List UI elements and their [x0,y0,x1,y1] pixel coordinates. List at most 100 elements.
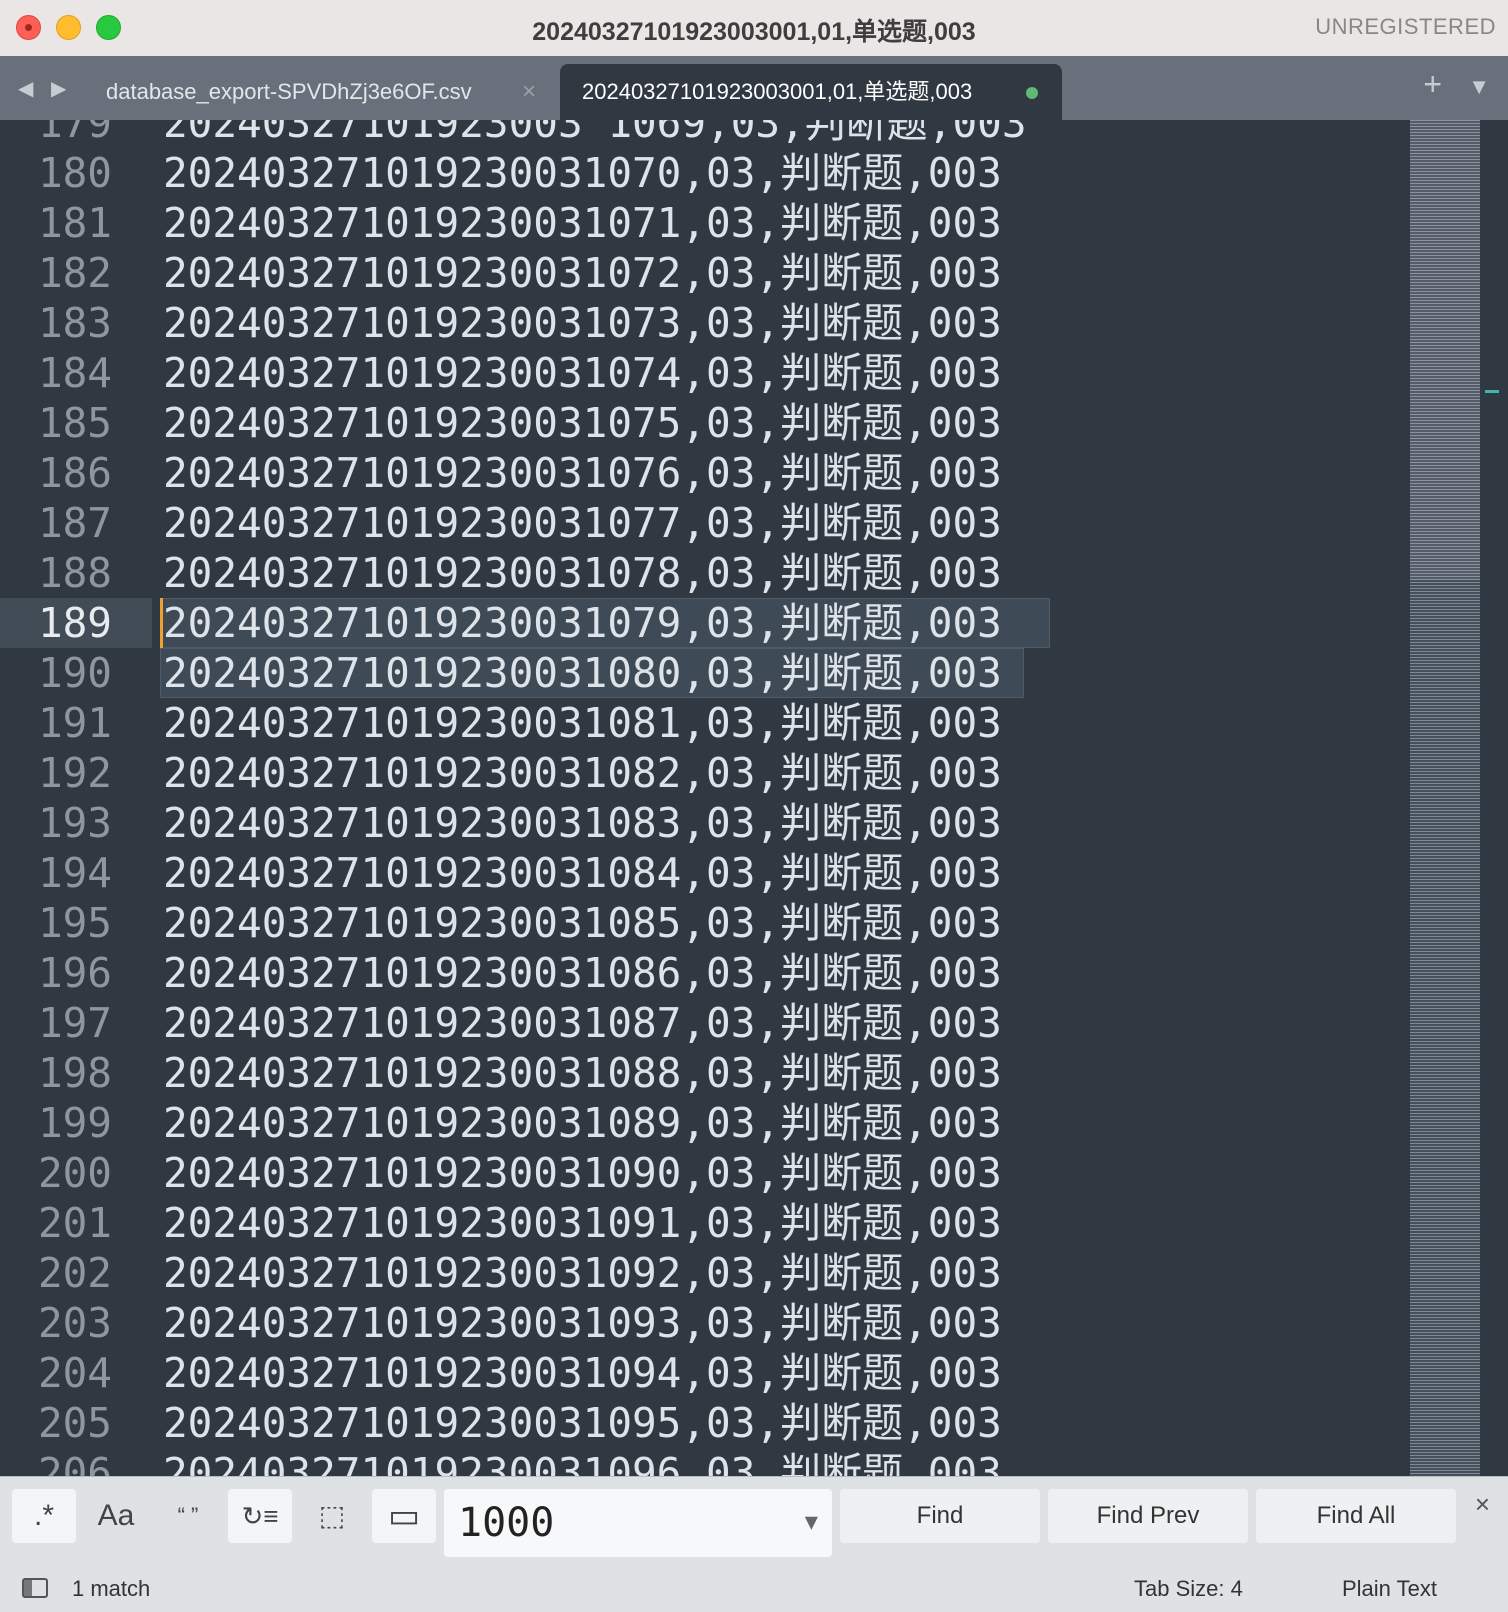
line-text[interactable]: 202403271019230031093,03,判断题,003 [163,1298,1002,1348]
code-line[interactable]: 199 202403271019230031089,03,判断题,003 [0,1098,1400,1148]
line-text[interactable]: 202403271019230031082,03,判断题,003 [163,748,1002,798]
code-line[interactable]: 205 202403271019230031095,03,判断题,003 [0,1398,1400,1448]
line-text[interactable]: 202403271019230031094,03,判断题,003 [163,1348,1002,1398]
whole-word-toggle[interactable]: “ ” [156,1489,220,1543]
line-text[interactable]: 202403271019230031083,03,判断题,003 [163,798,1002,848]
new-tab-plus-icon[interactable]: + [1423,66,1442,103]
code-line[interactable]: 188 202403271019230031078,03,判断题,003 [0,548,1400,598]
code-line[interactable]: 197 202403271019230031087,03,判断题,003 [0,998,1400,1048]
line-number: 205 [37,1399,112,1447]
minimap-match-marker [1485,390,1499,393]
close-tab-icon[interactable]: × [522,64,536,120]
line-number: 179 [37,120,112,147]
sidebar-toggle-icon[interactable] [22,1578,48,1598]
code-line[interactable]: 180 202403271019230031070,03,判断题,003 [0,148,1400,198]
tab-size-selector[interactable]: Tab Size: 4 [1134,1576,1243,1602]
line-number: 186 [37,449,112,497]
code-line[interactable]: 190 202403271019230031080,03,判断题,003 [0,648,1400,698]
window-title: 20240327101923003001,01,单选题,003 [532,18,976,46]
case-sensitive-toggle[interactable]: Aa [84,1489,148,1543]
regex-toggle[interactable]: .* [12,1489,76,1543]
code-line[interactable]: 198 202403271019230031088,03,判断题,003 [0,1048,1400,1098]
unsaved-dot-icon[interactable] [1026,87,1038,99]
code-line[interactable]: 187 202403271019230031077,03,判断题,003 [0,498,1400,548]
code-line[interactable]: 191 202403271019230031081,03,判断题,003 [0,698,1400,748]
code-line[interactable]: 179 20240327101923003 1069,03,判断题,003 [0,120,1400,148]
line-text[interactable]: 202403271019230031078,03,判断题,003 [163,548,1002,598]
line-text[interactable]: 202403271019230031074,03,判断题,003 [163,348,1002,398]
line-number: 193 [37,799,112,847]
in-selection-toggle[interactable]: ⬚ [300,1489,364,1543]
tab-nav-arrows-icon[interactable]: ◀ ▶ [18,76,72,101]
line-text[interactable]: 202403271019230031095,03,判断题,003 [163,1398,1002,1448]
code-line[interactable]: 194 202403271019230031084,03,判断题,003 [0,848,1400,898]
tab-list-dropdown-icon[interactable]: ▼ [1468,74,1490,100]
code-line[interactable]: 202 202403271019230031092,03,判断题,003 [0,1248,1400,1298]
line-number: 188 [37,549,112,597]
line-text[interactable]: 202403271019230031096,03,判断题,003 [163,1448,1002,1476]
code-line[interactable]: 184 202403271019230031074,03,判断题,003 [0,348,1400,398]
code-line[interactable]: 201 202403271019230031091,03,判断题,003 [0,1198,1400,1248]
line-text[interactable]: 202403271019230031073,03,判断题,003 [163,298,1002,348]
status-bar: 1 match Tab Size: 4 Plain Text [0,1566,1508,1612]
line-text[interactable]: 202403271019230031086,03,判断题,003 [163,948,1002,998]
code-line[interactable]: 181 202403271019230031071,03,判断题,003 [0,198,1400,248]
line-text[interactable]: 202403271019230031085,03,判断题,003 [163,898,1002,948]
find-history-dropdown-icon[interactable]: ▼ [805,1489,818,1557]
code-line[interactable]: 204 202403271019230031094,03,判断题,003 [0,1348,1400,1398]
code-line[interactable]: 195 202403271019230031085,03,判断题,003 [0,898,1400,948]
line-text[interactable]: 202403271019230031071,03,判断题,003 [163,198,1002,248]
close-find-panel-icon[interactable]: × [1475,1489,1490,1520]
code-line[interactable]: 193 202403271019230031083,03,判断题,003 [0,798,1400,848]
find-query: 1000 [458,1500,555,1546]
code-line[interactable]: 185 202403271019230031075,03,判断题,003 [0,398,1400,448]
line-text[interactable]: 202403271019230031090,03,判断题,003 [163,1148,1002,1198]
line-text[interactable]: 202403271019230031070,03,判断题,003 [163,148,1002,198]
code-line[interactable]: 182 202403271019230031072,03,判断题,003 [0,248,1400,298]
code-line[interactable]: 200 202403271019230031090,03,判断题,003 [0,1148,1400,1198]
line-number: 192 [37,749,112,797]
find-input[interactable]: 1000 ▼ [444,1489,832,1557]
line-number: 199 [37,1099,112,1147]
wrap-toggle[interactable]: ↻≡ [228,1489,292,1543]
match-count: 1 match [72,1576,151,1601]
text-cursor [160,598,163,648]
code-line[interactable]: 196 202403271019230031086,03,判断题,003 [0,948,1400,998]
code-line[interactable]: 203 202403271019230031093,03,判断题,003 [0,1298,1400,1348]
line-number: 187 [37,499,112,547]
line-text[interactable]: 202403271019230031088,03,判断题,003 [163,1048,1002,1098]
line-text[interactable]: 202403271019230031087,03,判断题,003 [163,998,1002,1048]
line-text[interactable]: 202403271019230031084,03,判断题,003 [163,848,1002,898]
code-line[interactable]: 183 202403271019230031073,03,判断题,003 [0,298,1400,348]
line-text[interactable]: 202403271019230031072,03,判断题,003 [163,248,1002,298]
line-number: 197 [37,999,112,1047]
line-text[interactable]: 202403271019230031075,03,判断题,003 [163,398,1002,448]
tab-label: database_export-SPVDhZj3e6OF.csv [106,79,472,104]
code-line[interactable]: 206 202403271019230031096,03,判断题,003 [0,1448,1400,1476]
minimap-viewport[interactable] [1410,120,1480,580]
line-number: 198 [37,1049,112,1097]
line-text[interactable]: 202403271019230031077,03,判断题,003 [163,498,1002,548]
line-text[interactable]: 202403271019230031091,03,判断题,003 [163,1198,1002,1248]
find-prev-button[interactable]: Find Prev [1048,1489,1248,1543]
line-text[interactable]: 202403271019230031076,03,判断题,003 [163,448,1002,498]
line-text[interactable]: 202403271019230031080,03,判断题,003 [163,648,1002,698]
editor-area[interactable]: 179 20240327101923003 1069,03,判断题,003 180 2… [0,120,1508,1476]
tab-current-file[interactable]: 20240327101923003001,01,单选题,003 [560,64,1062,120]
line-number: 191 [37,699,112,747]
line-text[interactable]: 20240327101923003 1069,03,判断题,003 [163,120,1027,148]
find-button[interactable]: Find [840,1489,1040,1543]
syntax-selector[interactable]: Plain Text [1342,1576,1437,1602]
highlight-matches-toggle[interactable]: ▭ [372,1489,436,1543]
line-number: 196 [37,949,112,997]
tab-label: 20240327101923003001,01,单选题,003 [582,79,973,104]
line-text[interactable]: 202403271019230031089,03,判断题,003 [163,1098,1002,1148]
code-line[interactable]: 189 202403271019230031079,03,判断题,003 [0,598,1400,648]
line-text[interactable]: 202403271019230031081,03,判断题,003 [163,698,1002,748]
find-all-button[interactable]: Find All [1256,1489,1456,1543]
line-text[interactable]: 202403271019230031092,03,判断题,003 [163,1248,1002,1298]
code-line[interactable]: 192 202403271019230031082,03,判断题,003 [0,748,1400,798]
line-text[interactable]: 202403271019230031079,03,判断题,003 [163,598,1002,648]
tab-database-export[interactable]: database_export-SPVDhZj3e6OF.csv × [88,64,558,120]
code-line[interactable]: 186 202403271019230031076,03,判断题,003 [0,448,1400,498]
